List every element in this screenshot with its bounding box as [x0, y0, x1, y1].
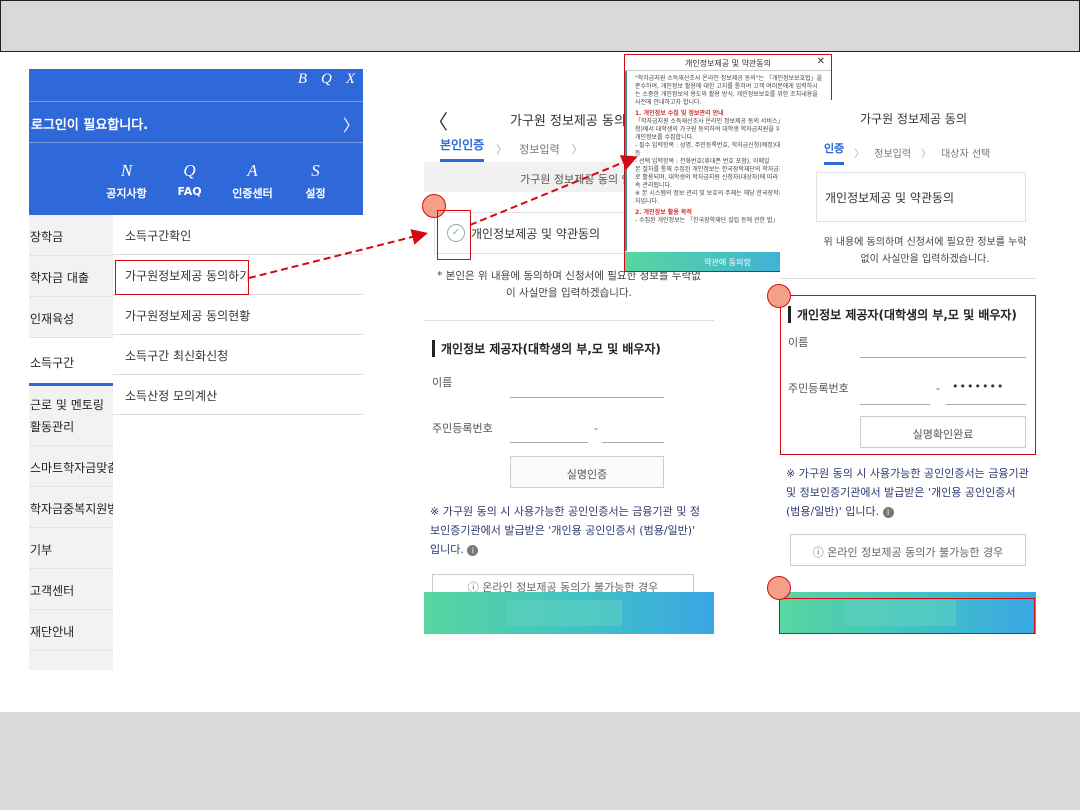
- step-indicator: 본인인증 〉 정보입력 〉: [440, 136, 595, 162]
- info-icon[interactable]: i: [467, 544, 479, 556]
- online-consent-unavailable-button[interactable]: ⓘ 온라인 정보제공 동의가 불가능한 경우: [790, 534, 1026, 566]
- step-identity: 인증: [824, 140, 845, 165]
- faq-icon: Q: [183, 161, 196, 180]
- step-info-input: 정보입력: [519, 143, 560, 156]
- side-item-loan[interactable]: 학자금 대출: [29, 256, 113, 297]
- certificate-notice-text: ※ 가구원 동의 시 사용가능한 공인인증서는 금융기관 및 정보인증기관에서 …: [786, 467, 1029, 518]
- notice-icon: N: [120, 161, 133, 180]
- side-item-work-mentoring[interactable]: 근로 및 멘토링 활동관리: [29, 386, 113, 446]
- rrn-front-input[interactable]: [510, 442, 588, 443]
- step-marker-2: [767, 284, 791, 308]
- popup-title: 개인정보제공 및 약관동의: [684, 59, 772, 68]
- step-marker-3: [767, 576, 791, 600]
- quick-menu-settings[interactable]: S 설정: [284, 161, 347, 201]
- quick-menu-auth-center[interactable]: A 인증센터: [221, 161, 284, 201]
- quick-menu-faq[interactable]: Q FAQ: [158, 161, 221, 201]
- login-row[interactable]: 로그인이 필요합니다. 〉: [29, 101, 363, 143]
- highlight-box-provider-form: [780, 295, 1036, 455]
- divider: [424, 320, 714, 321]
- chevron-right-icon: 〉: [496, 143, 508, 156]
- page-title: 가구원 정보제공 동의: [510, 114, 626, 129]
- name-label: 이름: [432, 376, 453, 389]
- quick-menu-label: 공지사항: [106, 187, 147, 200]
- b-icon[interactable]: B: [298, 71, 307, 88]
- sub-item-income-update[interactable]: 소득구간 최신화신청: [113, 335, 363, 375]
- quick-menu: N 공지사항 Q FAQ A 인증센터 S 설정: [95, 161, 347, 201]
- side-item-income[interactable]: 소득구간: [29, 338, 113, 386]
- side-item-customer-center[interactable]: 고객센터: [29, 569, 113, 610]
- step-indicator: 인증 〉 정보입력 〉 대상자 선택: [824, 140, 990, 165]
- sub-menu: 소득구간확인 가구원정보제공 동의하기 가구원정보제공 동의현황 소득구간 최신…: [113, 215, 363, 415]
- back-icon[interactable]: 〈: [428, 106, 448, 135]
- step-identity: 본인인증: [440, 136, 485, 162]
- chevron-right-icon: 〉: [921, 149, 932, 160]
- mobile-menu-screen: B Q X 로그인이 필요합니다. 〉 N 공지사항 Q FAQ A 인증센터 …: [29, 69, 363, 670]
- side-menu: 장학금 학자금 대출 인재육성 소득구간 근로 및 멘토링 활동관리 스마트학자…: [29, 215, 113, 670]
- side-item-smart-plan[interactable]: 스마트학자금맞춤설계: [29, 446, 113, 487]
- provider-section-title: 개인정보 제공자(대학생의 부,모 및 배우자): [432, 340, 661, 357]
- step-target-select: 대상자 선택: [941, 149, 991, 160]
- real-name-auth-button[interactable]: 실명인증: [510, 456, 664, 488]
- popup-header: 개인정보제공 및 약관동의 ✕: [625, 55, 831, 71]
- side-item-donation[interactable]: 기부: [29, 528, 113, 569]
- chevron-right-icon: 〉: [854, 149, 865, 160]
- consent-row[interactable]: 개인정보제공 및 약관동의: [816, 172, 1026, 222]
- auth-center-icon: A: [247, 161, 258, 180]
- slide-title-bar: [0, 0, 1080, 52]
- quick-menu-label: 인증센터: [232, 187, 273, 200]
- sub-item-income-simulation[interactable]: 소득산정 모의계산: [113, 375, 363, 415]
- step-info-input: 정보입력: [874, 149, 912, 160]
- chevron-right-icon: 〉: [342, 116, 359, 135]
- slide-bottom-band: [0, 712, 1080, 810]
- certificate-notice: ※ 가구원 동의 시 사용가능한 공인인증서는 금융기관 및 정보인증기관에서 …: [786, 464, 1030, 521]
- consent-note: 위 내용에 동의하며 신청서에 필요한 정보를 누락없이 사실만을 입력하겠습니…: [823, 237, 1027, 265]
- side-item-duplicate-prevent[interactable]: 학자금중복지원방지: [29, 487, 113, 528]
- chevron-right-icon: 〉: [571, 143, 583, 156]
- bottom-action-label-area: [506, 600, 622, 626]
- close-icon[interactable]: X: [346, 71, 355, 88]
- q-icon[interactable]: Q: [321, 71, 332, 88]
- highlight-box-consent-menu: [115, 260, 249, 295]
- divider: [780, 278, 1036, 279]
- close-icon[interactable]: ✕: [817, 56, 825, 67]
- highlight-box-submit: [779, 598, 1035, 634]
- consent-label: 개인정보제공 및 약관동의: [471, 227, 601, 241]
- sub-item-consent-status[interactable]: 가구원정보제공 동의현황: [113, 295, 363, 335]
- consent-note: * 본인은 위 내용에 동의하며 신청서에 필요한 정보를 누락없이 사실만을 …: [437, 270, 701, 299]
- quick-menu-label: 설정: [305, 187, 326, 200]
- menu-header: B Q X 로그인이 필요합니다. 〉 N 공지사항 Q FAQ A 인증센터 …: [29, 69, 363, 215]
- rrn-label: 주민등록번호: [432, 422, 493, 435]
- settings-icon: S: [311, 161, 320, 180]
- page-title: 가구원 정보제공 동의: [860, 112, 967, 126]
- rrn-back-input[interactable]: [602, 442, 664, 443]
- quick-menu-label: FAQ: [177, 185, 202, 198]
- login-prompt: 로그인이 필요합니다.: [31, 118, 149, 133]
- name-input[interactable]: [510, 397, 664, 398]
- rrn-dash: -: [594, 422, 598, 435]
- highlight-box-checkbox: [437, 210, 471, 260]
- side-item-talent[interactable]: 인재육성: [29, 297, 113, 338]
- certificate-notice: ※ 가구원 동의 시 사용가능한 공인인증서는 금융기관 및 정보인증기관에서 …: [430, 502, 708, 559]
- quick-menu-notice[interactable]: N 공지사항: [95, 161, 158, 201]
- side-item-foundation[interactable]: 재단안내: [29, 610, 113, 651]
- side-item-scholarship[interactable]: 장학금: [29, 215, 113, 256]
- info-icon[interactable]: i: [882, 506, 894, 518]
- header-icons: B Q X: [298, 71, 355, 88]
- sub-item-income-check[interactable]: 소득구간확인: [113, 215, 363, 255]
